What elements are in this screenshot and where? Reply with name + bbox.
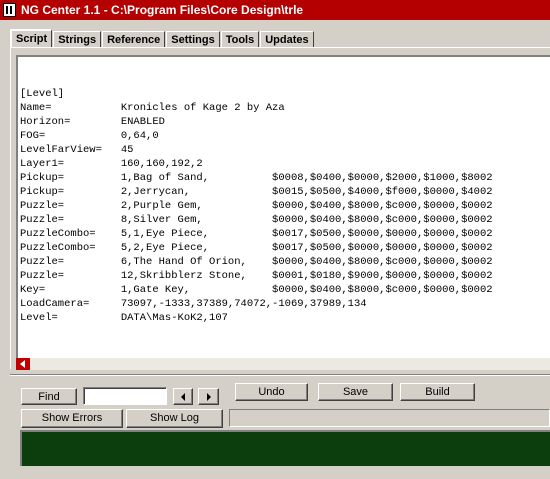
find-next-button[interactable] xyxy=(198,388,219,405)
script-line: LoadCamera= 73097,-1333,37389,74072,-106… xyxy=(20,298,367,310)
divider xyxy=(10,374,550,376)
title-bar: NG Center 1.1 - C:\Program Files\Core De… xyxy=(0,0,550,20)
save-button[interactable]: Save xyxy=(318,383,393,401)
script-line: Pickup= 2,Jerrycan, $0015,$0500,$4000,$f… xyxy=(20,186,493,198)
status-field xyxy=(229,409,550,427)
find-button[interactable]: Find xyxy=(21,388,77,405)
script-text[interactable]: [Level] Name= Kronicles of Kage 2 by Aza… xyxy=(20,87,493,325)
tab-bar: Script Strings Reference Settings Tools … xyxy=(10,29,315,48)
script-line: Pickup= 1,Bag of Sand, $0008,$0400,$0000… xyxy=(20,172,493,184)
scroll-left-arrow-icon[interactable] xyxy=(16,358,30,370)
script-line: Level= DATA\Mas-KoK2,107 xyxy=(20,312,228,324)
script-line: Horizon= ENABLED xyxy=(20,116,165,128)
script-editor[interactable]: [Level] Name= Kronicles of Kage 2 by Aza… xyxy=(16,55,550,358)
script-line: Puzzle= 2,Purple Gem, $0000,$0400,$8000,… xyxy=(20,200,493,212)
undo-button[interactable]: Undo xyxy=(235,383,308,401)
tab-script[interactable]: Script xyxy=(10,29,53,48)
script-line: PuzzleCombo= 5,1,Eye Piece, $0017,$0500,… xyxy=(20,228,493,240)
script-line: Puzzle= 12,Skribblerz Stone, $0001,$0180… xyxy=(20,270,493,282)
tab-strings[interactable]: Strings xyxy=(53,31,102,47)
script-line: FOG= 0,64,0 xyxy=(20,130,159,142)
horizontal-scrollbar[interactable] xyxy=(16,358,550,370)
tab-tools[interactable]: Tools xyxy=(220,31,260,47)
show-errors-button[interactable]: Show Errors xyxy=(21,409,123,428)
script-line: PuzzleCombo= 5,2,Eye Piece, $0017,$0500,… xyxy=(20,242,493,254)
find-input[interactable] xyxy=(83,387,167,405)
tab-reference[interactable]: Reference xyxy=(102,31,166,47)
script-line: Name= Kronicles of Kage 2 by Aza xyxy=(20,102,285,114)
script-line: LevelFarView= 45 xyxy=(20,144,134,156)
window-title: NG Center 1.1 - C:\Program Files\Core De… xyxy=(21,3,304,17)
tab-settings[interactable]: Settings xyxy=(166,31,220,47)
script-line: Layer1= 160,160,192,2 xyxy=(20,158,203,170)
script-line: Puzzle= 6,The Hand Of Orion, $0000,$0400… xyxy=(20,256,493,268)
tab-updates[interactable]: Updates xyxy=(260,31,314,47)
show-log-button[interactable]: Show Log xyxy=(126,409,223,428)
log-panel xyxy=(20,430,550,466)
script-line: [Level] xyxy=(20,88,65,100)
script-line: Key= 1,Gate Key, $0000,$0400,$8000,$c000… xyxy=(20,284,493,296)
find-previous-button[interactable] xyxy=(173,388,193,405)
script-line: Puzzle= 8,Silver Gem, $0000,$0400,$8000,… xyxy=(20,214,493,226)
app-icon xyxy=(3,3,16,17)
build-button[interactable]: Build xyxy=(400,383,475,401)
